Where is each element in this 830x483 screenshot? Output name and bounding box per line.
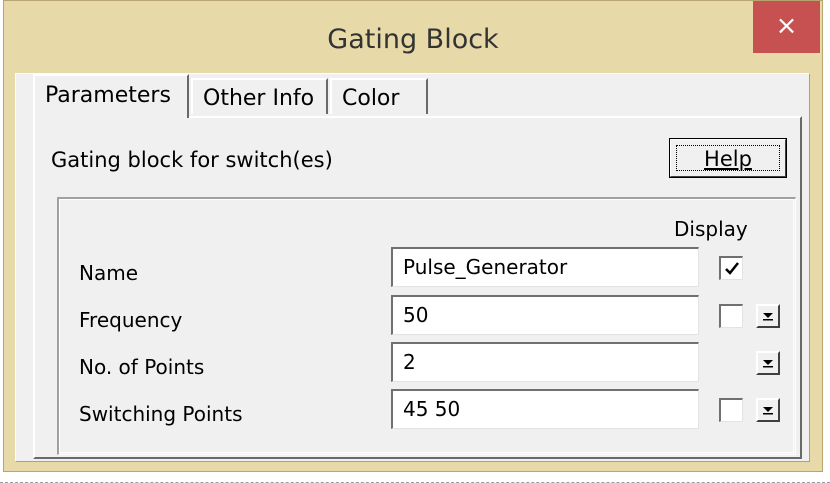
switching-points-input[interactable]: 45 50 <box>391 389 699 429</box>
tab-label: Other Info <box>203 86 315 111</box>
param-label-name: Name <box>79 261 139 285</box>
frequency-input[interactable]: 50 <box>391 295 699 335</box>
name-display-checkbox[interactable] <box>719 256 743 280</box>
switching-points-dropdown-button[interactable] <box>756 398 780 422</box>
panel-description: Gating block for switch(es) <box>51 148 333 172</box>
tab-parameters[interactable]: Parameters <box>33 74 189 118</box>
param-label-no-of-points: No. of Points <box>79 355 205 379</box>
dropdown-arrow-icon <box>763 313 773 321</box>
dialog-client-area: Parameters Other Info Color Gating block… <box>15 73 810 462</box>
name-input[interactable]: Pulse_Generator <box>391 247 699 287</box>
no-of-points-input[interactable]: 2 <box>391 342 699 382</box>
help-label: Help <box>704 147 752 171</box>
window-title: Gating Block <box>327 24 499 55</box>
parameters-group: Display Name Pulse_Generator Frequency 5… <box>57 197 796 455</box>
dropdown-arrow-icon <box>763 360 773 368</box>
help-focus-rect: Help <box>676 145 780 171</box>
param-label-frequency: Frequency <box>79 308 183 332</box>
no-of-points-dropdown-button[interactable] <box>756 351 780 375</box>
dropdown-arrow-icon <box>763 407 773 415</box>
checkmark-icon <box>725 262 739 275</box>
param-label-switching-points: Switching Points <box>79 402 243 426</box>
display-column-header: Display <box>674 217 748 241</box>
tab-color[interactable]: Color <box>330 78 428 114</box>
close-button[interactable]: × <box>753 1 820 53</box>
frequency-display-checkbox[interactable] <box>719 304 743 328</box>
parameters-panel: Gating block for switch(es) Help Display… <box>33 116 802 459</box>
close-icon: × <box>775 11 798 41</box>
gating-block-dialog: Gating Block × Parameters Other Info Col… <box>3 0 823 472</box>
frequency-dropdown-button[interactable] <box>756 304 780 328</box>
switching-points-display-checkbox[interactable] <box>719 398 743 422</box>
tab-other-info[interactable]: Other Info <box>191 78 328 114</box>
tab-label: Parameters <box>45 83 171 108</box>
tab-label: Color <box>342 86 400 111</box>
help-button[interactable]: Help <box>669 138 787 178</box>
